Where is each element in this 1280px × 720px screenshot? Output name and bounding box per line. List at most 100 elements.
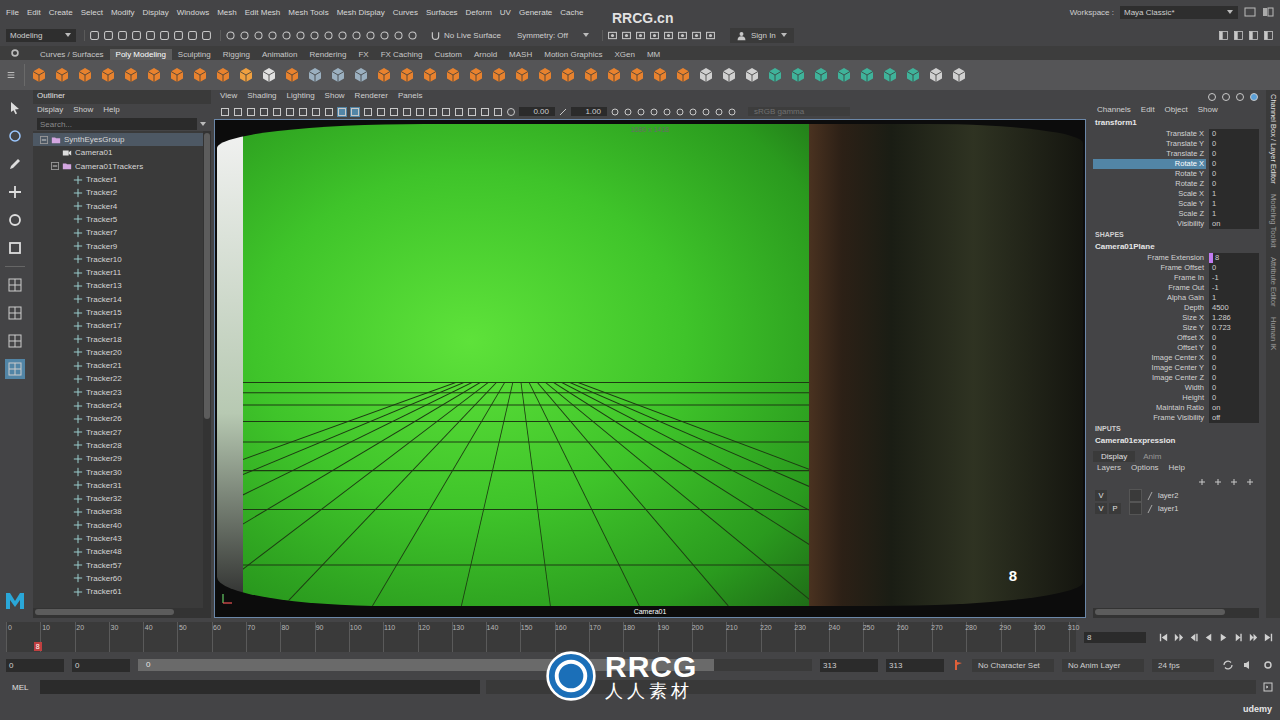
channel-value[interactable]: -1: [1209, 273, 1259, 283]
exposure-icon[interactable]: [506, 107, 516, 117]
outliner-item[interactable]: Tracker14: [33, 293, 203, 306]
shelf-tool-icon[interactable]: [490, 66, 508, 84]
shelf-tool-icon[interactable]: [582, 66, 600, 84]
layout-icon[interactable]: [1244, 6, 1256, 18]
collapse-icon[interactable]: [40, 136, 48, 144]
channel-value[interactable]: 1.286: [1209, 313, 1259, 323]
outliner-item[interactable]: Tracker24: [33, 399, 203, 412]
shelf-tab[interactable]: Curves / Surfaces: [34, 49, 110, 60]
channel-value[interactable]: on: [1209, 403, 1259, 413]
gamma-icon[interactable]: [558, 107, 568, 117]
layer-toggle[interactable]: V: [1095, 503, 1107, 514]
menu-item[interactable]: Display: [37, 105, 63, 116]
render-icon[interactable]: [677, 30, 688, 41]
shelf-tool-icon[interactable]: [99, 66, 117, 84]
channel-row[interactable]: Scale Y1: [1093, 199, 1259, 209]
menu-item[interactable]: Create: [49, 8, 73, 17]
shelf-tool-icon[interactable]: [858, 66, 876, 84]
animation-end-field[interactable]: 313: [886, 659, 944, 672]
outliner-item[interactable]: Tracker4: [33, 199, 203, 212]
channel-row[interactable]: Maintain Ratioon: [1093, 403, 1259, 413]
viewport-tool-icon[interactable]: [662, 107, 672, 117]
snap-icon[interactable]: [323, 30, 334, 41]
channel-value[interactable]: 0.723: [1209, 323, 1259, 333]
snap-icon[interactable]: [281, 30, 292, 41]
tool-icon[interactable]: [5, 98, 25, 118]
workspace-selector[interactable]: Workspace :Maya Classic*: [1070, 6, 1274, 19]
shelf-tool-icon[interactable]: [168, 66, 186, 84]
menu-item[interactable]: Options: [1131, 463, 1159, 474]
menu-item[interactable]: Show: [1198, 105, 1218, 116]
channel-row[interactable]: Width0: [1093, 383, 1259, 393]
playback-icon[interactable]: [1203, 632, 1214, 643]
outliner-item[interactable]: Tracker40: [33, 519, 203, 532]
horizontal-scrollbar[interactable]: [33, 608, 211, 618]
workspace-dropdown[interactable]: Maya Classic*: [1120, 6, 1238, 19]
shelf-tab[interactable]: Arnold: [468, 49, 503, 60]
channel-row[interactable]: Rotate Y0: [1093, 169, 1259, 179]
outliner-item[interactable]: Tracker28: [33, 439, 203, 452]
layer-color-swatch[interactable]: [1129, 502, 1142, 515]
render-icon[interactable]: [621, 30, 632, 41]
gear-icon[interactable]: [10, 48, 20, 58]
panel-toggle-icon[interactable]: [1233, 30, 1244, 41]
channel-row[interactable]: Size Y0.723: [1093, 323, 1259, 333]
sound-icon[interactable]: [1242, 659, 1254, 671]
outliner-item[interactable]: Tracker57: [33, 559, 203, 572]
channel-value[interactable]: 0: [1209, 343, 1259, 353]
shelf-tool-icon[interactable]: [789, 66, 807, 84]
menu-item[interactable]: Generate: [519, 8, 552, 17]
outliner-item[interactable]: Tracker27: [33, 426, 203, 439]
shelf-tool-icon[interactable]: [766, 66, 784, 84]
shelf-tool-icon[interactable]: [927, 66, 945, 84]
shelf-tool-icon[interactable]: [76, 66, 94, 84]
shelf-tool-icon[interactable]: [352, 66, 370, 84]
shelf-tab[interactable]: FX Caching: [375, 49, 429, 60]
viewport-tool-icon[interactable]: [285, 107, 295, 117]
channel-row[interactable]: Frame In-1: [1093, 273, 1259, 283]
outliner-item[interactable]: Tracker5: [33, 213, 203, 226]
tool-icon[interactable]: [201, 30, 212, 41]
channel-row[interactable]: Frame Offset0: [1093, 263, 1259, 273]
exposure-field[interactable]: 0.00: [519, 107, 555, 116]
collapse-icon[interactable]: [51, 162, 59, 170]
menu-item[interactable]: Panels: [398, 91, 422, 103]
range-bar[interactable]: 0: [138, 659, 812, 671]
channel-row[interactable]: Offset X0: [1093, 333, 1259, 343]
menu-set-dropdown[interactable]: Modeling: [6, 29, 76, 42]
channel-value[interactable]: 0: [1209, 333, 1259, 343]
panel-toggle-icon[interactable]: [1248, 30, 1259, 41]
outliner-item[interactable]: Tracker2: [33, 186, 203, 199]
shelf-tool-icon[interactable]: [53, 66, 71, 84]
viewport-tool-icon[interactable]: [714, 107, 724, 117]
outliner-item[interactable]: Tracker22: [33, 372, 203, 385]
shelf-tool-icon[interactable]: [559, 66, 577, 84]
shelf-tool-icon[interactable]: [306, 66, 324, 84]
channel-box-icon[interactable]: [1207, 92, 1217, 102]
layer-tool-icon[interactable]: [1229, 477, 1239, 487]
shelf-tab[interactable]: Rendering: [303, 49, 352, 60]
snap-icon[interactable]: [295, 30, 306, 41]
channel-row[interactable]: Image Center X0: [1093, 353, 1259, 363]
playback-icon[interactable]: [1263, 632, 1274, 643]
channel-box-icon[interactable]: [1221, 92, 1231, 102]
viewport-tool-icon[interactable]: [389, 107, 399, 117]
preferences-icon[interactable]: [1262, 659, 1274, 671]
outliner-item[interactable]: Tracker10: [33, 253, 203, 266]
outliner-item[interactable]: Tracker38: [33, 505, 203, 518]
tool-icon[interactable]: [145, 30, 156, 41]
outliner-item[interactable]: Tracker48: [33, 545, 203, 558]
channel-value[interactable]: 0: [1209, 129, 1259, 139]
snap-icon[interactable]: [379, 30, 390, 41]
channel-row[interactable]: Scale Z1: [1093, 209, 1259, 219]
viewport-tool-icon[interactable]: [311, 107, 321, 117]
shelf-tool-icon[interactable]: [651, 66, 669, 84]
shelf-tool-icon[interactable]: [605, 66, 623, 84]
shelf-tab[interactable]: XGen: [608, 49, 640, 60]
shelf-tab[interactable]: FX: [352, 49, 374, 60]
shelf-tab[interactable]: MM: [641, 49, 666, 60]
auto-key-icon[interactable]: [952, 659, 964, 671]
viewport-tool-icon[interactable]: [376, 107, 386, 117]
menu-item[interactable]: Cache: [560, 8, 583, 17]
channel-value[interactable]: 0: [1209, 179, 1259, 189]
